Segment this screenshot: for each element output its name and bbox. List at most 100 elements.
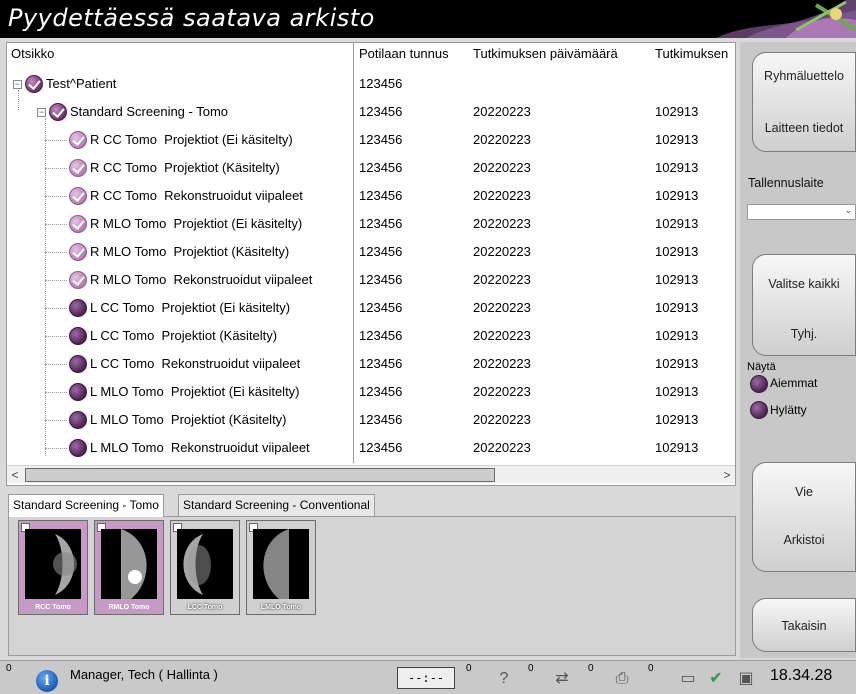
status-count: 0 (588, 663, 594, 674)
row-label: L CC Tomo Projektiot (Käsitelty) (90, 328, 278, 343)
cell-patient-id: 123456 (359, 216, 403, 231)
cell-study: 102913 (655, 300, 699, 315)
export-button[interactable]: Vie (753, 485, 855, 499)
tree-node: L CC Tomo Rekonstruoidut viipaleet (69, 350, 351, 378)
select-all-button[interactable]: Valitse kaikki (753, 277, 855, 291)
show-previous-radio[interactable] (750, 375, 768, 393)
status-check-icon[interactable] (69, 215, 87, 233)
tab-standard-screening-tomo[interactable]: Standard Screening - Tomo (8, 494, 164, 517)
tree-connector (45, 224, 67, 225)
tab-standard-screening-conventional[interactable]: Standard Screening - Conventional (178, 494, 375, 516)
column-header-study-date[interactable]: Tutkimuksen päivämäärä (469, 43, 649, 65)
table-row[interactable]: L CC Tomo Projektiot (Ei käsitelty) 12345… (7, 294, 735, 322)
status-check-icon[interactable] (69, 243, 87, 261)
tree-node: R MLO Tomo Rekonstruoidut viipaleet (69, 266, 351, 294)
table-row[interactable]: − Test^Patient 123456 (7, 70, 735, 98)
cell-patient-id: 123456 (359, 188, 403, 203)
cell-title: L CC Tomo Projektiot (Ei käsitelty) (69, 294, 351, 322)
help-icon[interactable]: ? (492, 669, 516, 689)
cell-title: R CC Tomo Projektiot (Ei käsitelty) (69, 126, 351, 154)
clear-button[interactable]: Tyhj. (753, 327, 855, 341)
table-row[interactable]: L MLO Tomo Rekonstruoidut viipaleet 12345… (7, 434, 735, 462)
network-icon[interactable]: ⇄ (550, 669, 574, 689)
cell-study: 102913 (655, 188, 699, 203)
status-circle-icon[interactable] (69, 411, 87, 429)
computer-icon[interactable]: ▣ (734, 669, 758, 689)
column-header-title[interactable]: Otsikko (7, 43, 352, 65)
table-row[interactable]: R MLO Tomo Projektiot (Käsitelty) 123456 2… (7, 238, 735, 266)
horizontal-scrollbar[interactable]: < > (7, 465, 735, 483)
table-row[interactable]: L CC Tomo Rekonstruoidut viipaleet 123456… (7, 350, 735, 378)
status-circle-icon[interactable] (69, 383, 87, 401)
clock-time: 18.34.28 (770, 667, 833, 684)
info-icon[interactable]: i (36, 670, 58, 692)
table-row[interactable]: R CC Tomo Rekonstruoidut viipaleet 123456… (7, 182, 735, 210)
app-window: Pyydettäessä saatava arkisto Otsikko Pot… (0, 0, 856, 694)
status-check-icon[interactable] (69, 131, 87, 149)
table-row[interactable]: L MLO Tomo Projektiot (Ei käsitelty) 1234… (7, 378, 735, 406)
scroll-left-icon[interactable]: < (7, 466, 23, 484)
check-icon[interactable]: ✔ (704, 669, 728, 689)
column-header-patient-id[interactable]: Potilaan tunnus (355, 43, 467, 65)
table-row[interactable]: R MLO Tomo Rekonstruoidut viipaleet 12345… (7, 266, 735, 294)
thumbnail-rcc-tomo[interactable]: RCC Tomo (18, 520, 88, 615)
row-label: Test^Patient (46, 76, 117, 91)
status-check-icon[interactable] (49, 103, 67, 121)
status-circle-icon[interactable] (69, 299, 87, 317)
table-row[interactable]: R MLO Tomo Projektiot (Ei käsitelty) 1234… (7, 210, 735, 238)
table-row[interactable]: R CC Tomo Projektiot (Käsitelty) 123456 20… (7, 154, 735, 182)
notes-icon[interactable]: ▭ (676, 669, 700, 689)
cell-title: R CC Tomo Projektiot (Käsitelty) (69, 154, 351, 182)
status-circle-icon[interactable] (69, 355, 87, 373)
collapse-icon[interactable]: − (37, 107, 46, 117)
row-label: R MLO Tomo Projektiot (Käsitelty) (90, 244, 290, 259)
cell-title: R MLO Tomo Projektiot (Ei käsitelty) (69, 210, 351, 238)
scroll-right-icon[interactable]: > (719, 466, 735, 484)
cell-patient-id: 123456 (359, 160, 403, 175)
row-label: R MLO Tomo Projektiot (Ei käsitelty) (90, 216, 303, 231)
table-row[interactable]: − Standard Screening - Tomo 123456 20220223… (7, 98, 735, 126)
cell-study-date: 20220223 (473, 160, 531, 175)
cell-study-date: 20220223 (473, 244, 531, 259)
table-row[interactable]: L CC Tomo Projektiot (Käsitelty) 123456 20… (7, 322, 735, 350)
tree-connector (45, 280, 67, 281)
cell-patient-id: 123456 (359, 384, 403, 399)
status-check-icon[interactable] (69, 271, 87, 289)
storage-device-select[interactable]: ⌄ (747, 204, 856, 220)
column-header-study[interactable]: Tutkimuksen (651, 43, 735, 65)
back-button[interactable]: Takaisin (752, 598, 856, 652)
status-check-icon[interactable] (69, 187, 87, 205)
show-rejected-radio[interactable] (750, 401, 768, 419)
group-list-button[interactable]: Ryhmäluettelo (753, 69, 855, 83)
status-bar: 0 i Manager, Tech ( Hallinta ) --:-- 0 ?… (0, 660, 856, 694)
tree-node: R CC Tomo Projektiot (Käsitelty) (69, 154, 351, 182)
tree-connector (45, 392, 67, 393)
status-circle-icon[interactable] (69, 439, 87, 457)
cell-title: R CC Tomo Rekonstruoidut viipaleet (69, 182, 351, 210)
printer-icon[interactable]: ⎙ (610, 669, 634, 689)
thumbnail-panel: RCC Tomo RMLO Tomo LCC Tomo LMLO Tomo (8, 516, 736, 656)
tree-node: L MLO Tomo Projektiot (Käsitelty) (69, 406, 351, 434)
thumbnail-lcc-tomo[interactable]: LCC Tomo (170, 520, 240, 615)
show-previous-label: Aiemmat (770, 376, 818, 390)
cell-title: L MLO Tomo Projektiot (Ei käsitelty) (69, 378, 351, 406)
cell-study-date: 20220223 (473, 272, 531, 287)
collapse-icon[interactable]: − (13, 79, 22, 89)
tree-node: R CC Tomo Rekonstruoidut viipaleet (69, 182, 351, 210)
thumbnail-rmlo-tomo[interactable]: RMLO Tomo (94, 520, 164, 615)
status-check-icon[interactable] (25, 75, 43, 93)
tree-connector (45, 140, 67, 141)
cell-study-date: 20220223 (473, 188, 531, 203)
scrollbar-thumb[interactable] (25, 468, 495, 482)
table-row[interactable]: L MLO Tomo Projektiot (Käsitelty) 123456 2… (7, 406, 735, 434)
archive-button[interactable]: Arkistoi (753, 533, 855, 547)
table-row[interactable]: R CC Tomo Projektiot (Ei käsitelty) 12345… (7, 126, 735, 154)
thumbnail-lmlo-tomo[interactable]: LMLO Tomo (246, 520, 316, 615)
status-check-icon[interactable] (69, 159, 87, 177)
row-label: R CC Tomo Projektiot (Käsitelty) (90, 160, 280, 175)
current-user[interactable]: Manager, Tech ( Hallinta ) (70, 667, 218, 682)
status-circle-icon[interactable] (69, 327, 87, 345)
device-info-button[interactable]: Laitteen tiedot (753, 121, 855, 135)
cell-study-date (473, 70, 649, 98)
tree-node: L CC Tomo Projektiot (Ei käsitelty) (69, 294, 351, 322)
